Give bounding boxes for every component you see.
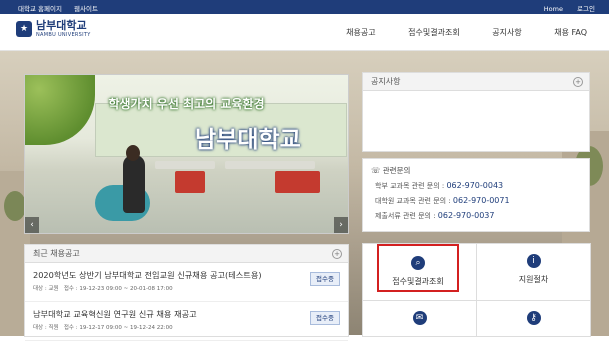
chat-icon: ✉: [412, 311, 427, 325]
phone-icon: ☏: [371, 166, 381, 175]
contact-row: 학부 교과목 관련 문의 : 062-970-0043: [375, 181, 589, 191]
slide-title: 학생가치 우선 최고의 교육환경: [108, 97, 265, 111]
job-list-item[interactable]: 남부대학교 교육혁신원 연구원 신규 채용 재공고 대상 : 직원 접수 : 1…: [25, 302, 348, 341]
tree-shape: [4, 191, 26, 221]
job-target-label: 대상 :: [33, 325, 47, 331]
notice-title: 공지사항: [371, 77, 401, 86]
top-utility-bar: 대학교 홈페이지 웹사이트 Home 로그인: [0, 0, 609, 14]
slider-next-icon[interactable]: ›: [334, 217, 348, 233]
tile-label: 접수및결과조회: [392, 277, 444, 286]
contact-label: 대학원 교과목 관련 문의 :: [375, 197, 451, 205]
home-link[interactable]: Home: [544, 5, 563, 13]
logo-name-en: NAMBU UNIVERSITY: [36, 32, 91, 38]
job-meta: 대상 : 교원 접수 : 19-12-23 09:00 ~ 20-01-08 1…: [33, 284, 340, 292]
contact-phone: 062-970-0071: [452, 196, 510, 205]
slide-subtitle: 남부대학교: [195, 126, 301, 153]
job-period: 19-12-17 09:00 ~ 19-12-24 22:00: [79, 325, 173, 331]
notice-more-icon[interactable]: +: [573, 77, 583, 87]
nav-recruit[interactable]: 채용공고: [346, 28, 375, 37]
tile-key[interactable]: ⚷: [477, 301, 590, 357]
logo-emblem-icon: ★: [16, 21, 32, 37]
job-period: 19-12-23 09:00 ~ 20-01-08 17:00: [79, 286, 173, 292]
status-badge: 접수중: [310, 311, 340, 325]
university-logo[interactable]: ★ 남부대학교 NAMBU UNIVERSITY: [16, 20, 91, 38]
key-icon: ⚷: [526, 311, 541, 325]
nav-notice[interactable]: 공지사항: [492, 28, 521, 37]
job-list-item[interactable]: 2020학년도 상반기 남부대학교 전임교원 신규채용 공고(테스트용) 대상 …: [25, 263, 348, 302]
job-target: 교원: [48, 286, 59, 292]
tile-chat[interactable]: ✉: [363, 301, 476, 357]
status-badge: 접수중: [310, 272, 340, 286]
quick-menu: ⌕ 접수및결과조회 i 지원절차 ✉ ⚷: [362, 243, 591, 337]
site-header: ★ 남부대학교 NAMBU UNIVERSITY 채용공고 접수및결과조회 공지…: [0, 14, 609, 51]
table-shape: [155, 161, 215, 169]
search-icon: ⌕: [411, 256, 425, 270]
chair-shape: [175, 171, 205, 193]
contact-label: 학부 교과목 관련 문의 :: [375, 182, 445, 190]
chair-shape: [275, 171, 320, 193]
main-slider[interactable]: 학생가치 우선 최고의 교육환경 남부대학교 ‹ ›: [24, 74, 349, 234]
student-head: [126, 145, 140, 161]
job-target-label: 대상 :: [33, 286, 47, 292]
table-shape: [225, 161, 315, 169]
nav-faq[interactable]: 채용 FAQ: [554, 28, 587, 37]
contact-panel: ☏ 관련문의 학부 교과목 관련 문의 : 062-970-0043 대학원 교…: [362, 158, 590, 232]
recent-jobs-panel: 최근 채용공고 + 2020학년도 상반기 남부대학교 전임교원 신규채용 공고…: [24, 244, 349, 341]
main-nav: 채용공고 접수및결과조회 공지사항 채용 FAQ: [316, 27, 587, 38]
univ-homepage-link[interactable]: 대학교 홈페이지: [18, 5, 62, 13]
student-figure: [123, 155, 145, 213]
login-link[interactable]: 로그인: [577, 5, 595, 13]
contact-phone: 062-970-0043: [446, 181, 504, 190]
logo-name-ko: 남부대학교: [36, 19, 87, 32]
contact-phone: 062-970-0037: [437, 211, 495, 220]
job-meta: 대상 : 직원 접수 : 19-12-17 09:00 ~ 19-12-24 2…: [33, 323, 340, 331]
tile-apply-results[interactable]: ⌕ 접수및결과조회: [377, 244, 459, 292]
tile-label: 지원절차: [518, 275, 549, 284]
job-title[interactable]: 남부대학교 교육혁신원 연구원 신규 채용 재공고: [33, 308, 340, 320]
tile-procedure[interactable]: i 지원절차: [477, 244, 590, 300]
contact-row: 대학원 교과목 관련 문의 : 062-970-0071: [375, 196, 589, 206]
contact-title: 관련문의: [382, 166, 411, 175]
info-icon: i: [526, 254, 541, 268]
job-period-label: 접수 :: [63, 286, 78, 292]
nav-apply-results[interactable]: 접수및결과조회: [408, 28, 460, 37]
website-link[interactable]: 웹사이트: [74, 5, 98, 13]
job-title[interactable]: 2020학년도 상반기 남부대학교 전임교원 신규채용 공고(테스트용): [33, 269, 340, 281]
contact-label: 제출서류 관련 문의 :: [375, 212, 436, 220]
recent-title: 최근 채용공고: [33, 249, 80, 258]
job-period-label: 접수 :: [63, 325, 78, 331]
slider-prev-icon[interactable]: ‹: [25, 217, 39, 233]
contact-row: 제출서류 관련 문의 : 062-970-0037: [375, 211, 589, 221]
notice-panel: 공지사항 +: [362, 72, 590, 152]
recent-more-icon[interactable]: +: [332, 249, 342, 259]
job-target: 직원: [48, 325, 59, 331]
